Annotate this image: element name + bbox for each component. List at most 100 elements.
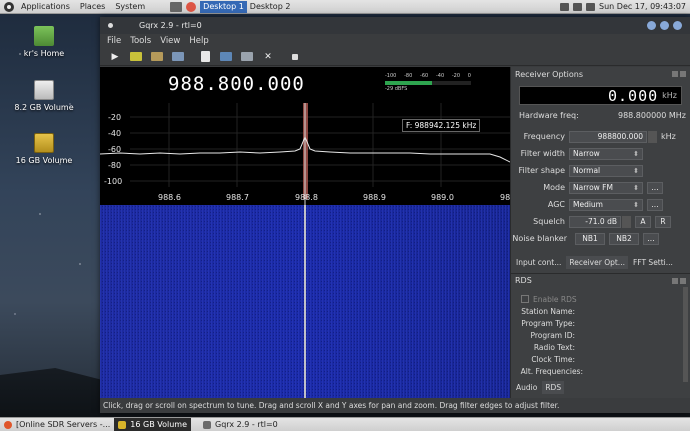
meter-tick: -20 — [451, 73, 461, 79]
document-icon[interactable] — [200, 51, 210, 62]
tab-audio[interactable]: Audio — [513, 381, 541, 394]
applications-icon[interactable] — [4, 1, 14, 12]
tab-receiver-options[interactable]: Receiver Opt... — [566, 256, 628, 269]
task-gqrx[interactable]: Gqrx 2.9 - rtl=0 — [199, 418, 282, 431]
network-icon[interactable] — [241, 52, 253, 61]
undock-icon[interactable] — [672, 277, 678, 284]
rds-title: RDS — [515, 276, 532, 285]
agc-options-button[interactable]: ... — [647, 198, 663, 211]
frequency-display[interactable]: 988.800.000 — [168, 73, 305, 95]
window-menu-icon[interactable] — [108, 23, 113, 28]
menu-help[interactable]: Help — [189, 36, 208, 46]
play-icon[interactable]: ▶ — [109, 51, 121, 62]
offset-display[interactable]: 0.000 kHz — [519, 86, 682, 105]
frequency-spin-icon[interactable] — [648, 130, 657, 143]
menu-places[interactable]: Places — [75, 2, 110, 11]
save-icon[interactable] — [172, 52, 184, 61]
meter-tick: -40 — [435, 73, 445, 79]
record-icon[interactable] — [292, 53, 298, 60]
toolbar: ▶ ✕ — [100, 48, 690, 66]
desktop-icon-8gb[interactable]: 8.2 GB Volume — [14, 80, 74, 112]
enable-rds-checkbox[interactable] — [521, 295, 529, 303]
gqrx-window: Gqrx 2.9 - rtl=0 File Tools View Help ▶ … — [100, 17, 690, 413]
rds-field-label: Station Name: — [521, 306, 575, 316]
agc-label: AGC — [547, 200, 565, 209]
screenshot-icon[interactable] — [220, 52, 232, 61]
menu-tools[interactable]: Tools — [130, 36, 151, 46]
filter-width-label: Filter width — [520, 149, 565, 158]
browser-launcher-icon[interactable] — [186, 1, 197, 12]
y-tick-label: -40 — [108, 129, 121, 138]
title-bar[interactable]: Gqrx 2.9 - rtl=0 — [100, 17, 690, 34]
battery-icon[interactable] — [586, 2, 596, 11]
spectrum-plot[interactable]: -20 -40 -60 -80 -100 988.6 988.7 988.8 9… — [100, 67, 510, 398]
menu-system[interactable]: System — [110, 2, 150, 11]
maximize-icon[interactable] — [660, 21, 669, 30]
rds-scrollbar[interactable] — [683, 287, 688, 382]
taskbar: [Online SDR Servers -... 16 GB Volume Gq… — [0, 417, 690, 431]
receiver-options-panel: Receiver Options 0.000 kHz Hardware freq… — [510, 67, 690, 398]
y-tick-label: -60 — [108, 145, 121, 154]
top-panel: Applications Places System Desktop 1 Des… — [0, 0, 690, 14]
menu-file[interactable]: File — [107, 36, 121, 46]
tab-rds[interactable]: RDS — [542, 381, 565, 394]
desktop-icon-label: 16 GB Volume — [15, 156, 73, 165]
tab-input-controls[interactable]: Input cont... — [513, 256, 565, 269]
clock[interactable]: Sun Dec 17, 09:43:07 — [599, 2, 686, 11]
terminal-icon[interactable] — [170, 1, 183, 12]
filter-width-select[interactable]: Narrow — [569, 147, 643, 160]
signal-meter: -100 -80 -60 -40 -20 0 -29 dBFS — [385, 73, 471, 95]
desktop-1-button[interactable]: Desktop 1 — [200, 0, 247, 13]
undock-icon[interactable] — [672, 71, 678, 77]
nb2-button[interactable]: NB2 — [609, 232, 639, 245]
squelch-input[interactable]: -71.0 dB — [569, 215, 621, 228]
open-folder-icon[interactable] — [151, 52, 163, 61]
squelch-reset-button[interactable]: R — [655, 215, 671, 228]
y-tick-label: -20 — [108, 113, 121, 122]
x-tick-label: 988.6 — [158, 193, 181, 202]
menu-applications[interactable]: Applications — [16, 2, 75, 11]
meter-level — [385, 81, 433, 85]
hardware-freq-value: 988.800000 MHz — [617, 111, 686, 120]
settings-icon[interactable]: ✕ — [262, 51, 274, 62]
spectrum-svg[interactable]: -20 -40 -60 -80 -100 988.6 988.7 988.8 9… — [100, 67, 510, 398]
offset-unit: kHz — [662, 91, 677, 100]
volume-icon[interactable] — [573, 2, 583, 11]
enable-rds-label: Enable RDS — [533, 294, 577, 304]
menu-bar: File Tools View Help — [100, 34, 690, 48]
firefox-icon — [4, 420, 12, 429]
rds-field-label: Alt. Frequencies: — [520, 366, 583, 376]
filter-shape-select[interactable]: Normal — [569, 164, 643, 177]
close-icon[interactable] — [673, 21, 682, 30]
network-icon[interactable] — [560, 2, 570, 11]
rds-field-label: Radio Text: — [533, 342, 575, 352]
task-16gb-volume[interactable]: 16 GB Volume — [114, 418, 191, 431]
x-tick-label: 989 — [500, 193, 510, 202]
task-firefox[interactable]: [Online SDR Servers -... — [0, 418, 114, 431]
y-tick-label: -100 — [104, 177, 122, 186]
mode-select[interactable]: Narrow FM — [569, 181, 643, 194]
desktop-icon-home[interactable]: kr's Home — [14, 26, 74, 58]
menu-view[interactable]: View — [160, 36, 180, 46]
offset-value: 0.000 — [607, 86, 659, 105]
squelch-spin-icon[interactable] — [622, 215, 631, 228]
hardware-icon[interactable] — [130, 52, 142, 61]
desktop-icon-16gb[interactable]: 16 GB Volume — [14, 133, 74, 165]
agc-select[interactable]: Medium — [569, 198, 643, 211]
meter-readout: -29 dBFS — [385, 86, 408, 92]
x-tick-label: 988.9 — [363, 193, 386, 202]
tab-fft-settings[interactable]: FFT Setti... — [629, 256, 676, 269]
home-folder-icon — [34, 26, 54, 46]
frequency-tooltip: F: 988942.125 kHz — [402, 119, 481, 132]
frequency-input[interactable]: 988800.000 — [569, 130, 647, 143]
desktop-2-button[interactable]: Desktop 2 — [247, 1, 294, 13]
nb1-button[interactable]: NB1 — [575, 232, 605, 245]
close-icon[interactable] — [680, 277, 686, 284]
minimize-icon[interactable] — [647, 21, 656, 30]
rds-field-label: Program ID: — [530, 330, 575, 340]
noise-blanker-options-button[interactable]: ... — [643, 232, 659, 245]
close-icon[interactable] — [680, 71, 686, 77]
mode-options-button[interactable]: ... — [647, 181, 663, 194]
squelch-auto-button[interactable]: A — [635, 215, 651, 228]
squelch-label: Squelch — [533, 217, 565, 226]
